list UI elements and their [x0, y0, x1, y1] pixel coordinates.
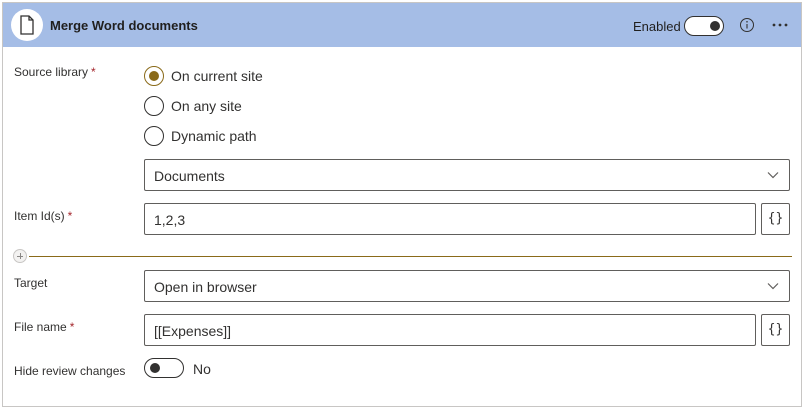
action-title: Merge Word documents [50, 18, 198, 33]
hide-review-changes-toggle[interactable] [144, 358, 184, 378]
enabled-toggle[interactable] [684, 16, 724, 36]
file-name-value: [[Expenses]] [154, 323, 232, 339]
more-options-icon[interactable] [771, 17, 789, 33]
action-card: Merge Word documents Enabled Source libr… [2, 2, 802, 407]
radio-label: On current site [171, 68, 263, 84]
target-label-text: Target [14, 276, 48, 290]
document-icon [11, 9, 43, 41]
required-mark: * [91, 65, 96, 79]
add-step-icon[interactable] [13, 249, 27, 263]
target-dropdown[interactable]: Open in browser [144, 270, 790, 302]
file-name-expression-button[interactable]: {} [761, 314, 790, 346]
toggle-knob [150, 363, 160, 373]
library-dropdown-value: Documents [154, 168, 225, 184]
file-name-label-text: File name [14, 320, 67, 334]
hide-review-changes-label-text: Hide review changes [14, 364, 126, 378]
toggle-state-label: No [193, 361, 211, 377]
card-header[interactable]: Merge Word documents Enabled [3, 3, 801, 47]
radio-button[interactable] [144, 126, 164, 146]
required-mark: * [69, 320, 75, 334]
file-name-label: File name * [14, 320, 74, 334]
file-name-input[interactable]: [[Expenses]] [144, 314, 756, 346]
info-icon[interactable] [739, 17, 755, 33]
required-mark: * [67, 209, 73, 223]
expression-icon: {} [767, 322, 784, 337]
item-ids-expression-button[interactable]: {} [761, 203, 790, 235]
target-dropdown-value: Open in browser [154, 279, 257, 295]
hide-review-changes-label: Hide review changes [14, 364, 125, 378]
expression-icon: {} [767, 211, 784, 226]
radio-label: On any site [171, 98, 242, 114]
source-library-label-text: Source library [14, 65, 89, 79]
target-label: Target [14, 276, 47, 290]
radio-button[interactable] [144, 66, 164, 86]
toggle-knob [710, 21, 720, 31]
item-ids-label-text: Item Id(s) [14, 209, 65, 223]
chevron-down-icon [767, 172, 779, 179]
item-ids-input[interactable]: 1,2,3 [144, 203, 756, 235]
enabled-label: Enabled [633, 19, 681, 34]
item-ids-label: Item Id(s) * [14, 209, 72, 223]
item-ids-value: 1,2,3 [154, 212, 186, 228]
section-divider [29, 256, 792, 257]
radio-label: Dynamic path [171, 128, 257, 144]
library-dropdown[interactable]: Documents [144, 159, 790, 191]
source-library-label: Source library * [14, 65, 96, 79]
chevron-down-icon [767, 283, 779, 290]
radio-button[interactable] [144, 96, 164, 116]
